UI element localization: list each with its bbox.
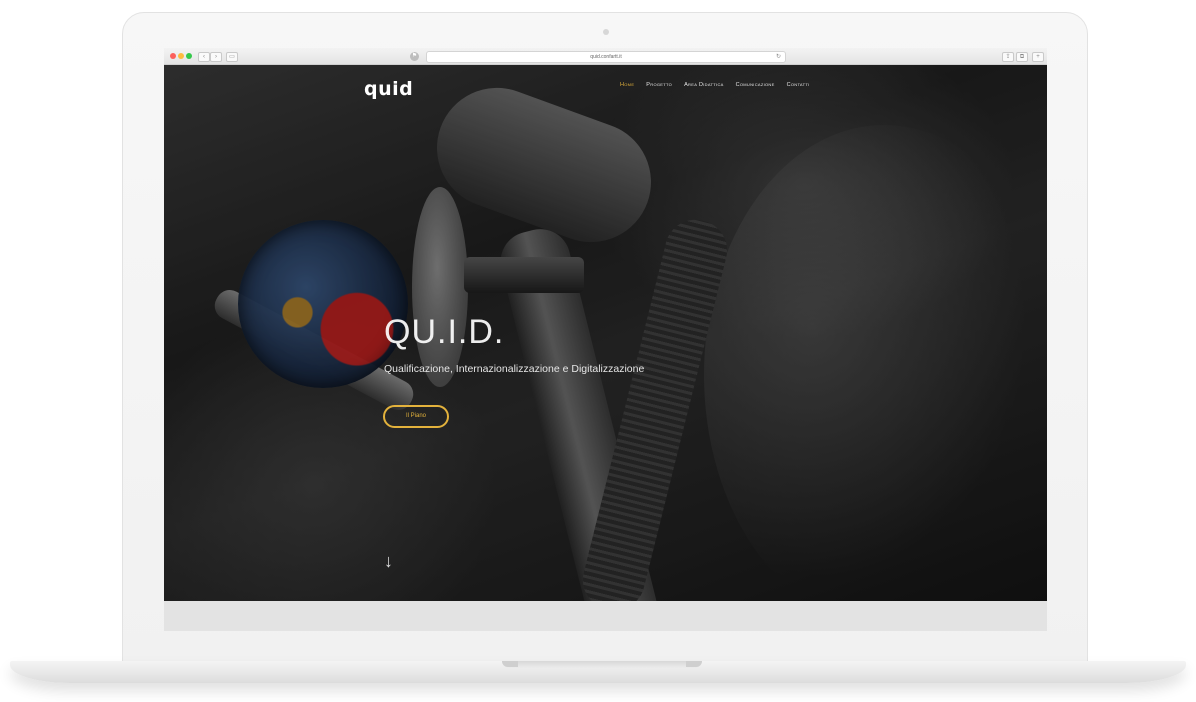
scroll-down-icon[interactable]: ↓ <box>384 551 393 572</box>
page-footer-strip <box>164 601 1047 631</box>
site-logo[interactable]: quid <box>364 78 413 100</box>
nav-item-progetto[interactable]: Progetto <box>646 82 672 88</box>
url-text: quid.confartt.it <box>590 54 622 60</box>
hero-section: quid Home Progetto Area Didattica Comuni… <box>164 65 1047 601</box>
nav-item-contatti[interactable]: Contatti <box>787 82 810 88</box>
new-tab-button[interactable]: + <box>1032 52 1044 62</box>
forward-button[interactable]: › <box>210 52 222 62</box>
webcam-icon <box>603 29 609 35</box>
maximize-window-button[interactable] <box>186 53 192 59</box>
main-nav: Home Progetto Area Didattica Comunicazio… <box>620 82 809 88</box>
laptop-screen: ‹ › ▭ ⚑ quid.confartt.it ↻ ⇪ ⧉ + quid Ho… <box>164 48 1047 631</box>
hero-title: QU.I.D. <box>384 313 505 351</box>
shield-icon[interactable]: ⚑ <box>410 52 419 61</box>
back-button[interactable]: ‹ <box>198 52 210 62</box>
nav-item-comunicazione[interactable]: Comunicazione <box>736 82 775 88</box>
hero-subtitle: Qualificazione, Internazionalizzazione e… <box>384 363 645 375</box>
address-bar[interactable]: quid.confartt.it ↻ <box>426 51 786 63</box>
tabs-button[interactable]: ⧉ <box>1016 52 1028 62</box>
nav-item-area-didattica[interactable]: Area Didattica <box>684 82 724 88</box>
laptop-hinge <box>502 661 702 668</box>
minimize-window-button[interactable] <box>178 53 184 59</box>
sidebar-toggle-button[interactable]: ▭ <box>226 52 238 62</box>
browser-toolbar: ‹ › ▭ ⚑ quid.confartt.it ↻ ⇪ ⧉ + <box>164 48 1047 65</box>
share-button[interactable]: ⇪ <box>1002 52 1014 62</box>
hinge-left <box>502 661 518 667</box>
hero-overlay <box>164 65 1047 601</box>
nav-item-home[interactable]: Home <box>620 82 634 88</box>
il-piano-button[interactable]: Il Piano <box>383 405 449 428</box>
close-window-button[interactable] <box>170 53 176 59</box>
reload-icon[interactable]: ↻ <box>776 52 781 62</box>
